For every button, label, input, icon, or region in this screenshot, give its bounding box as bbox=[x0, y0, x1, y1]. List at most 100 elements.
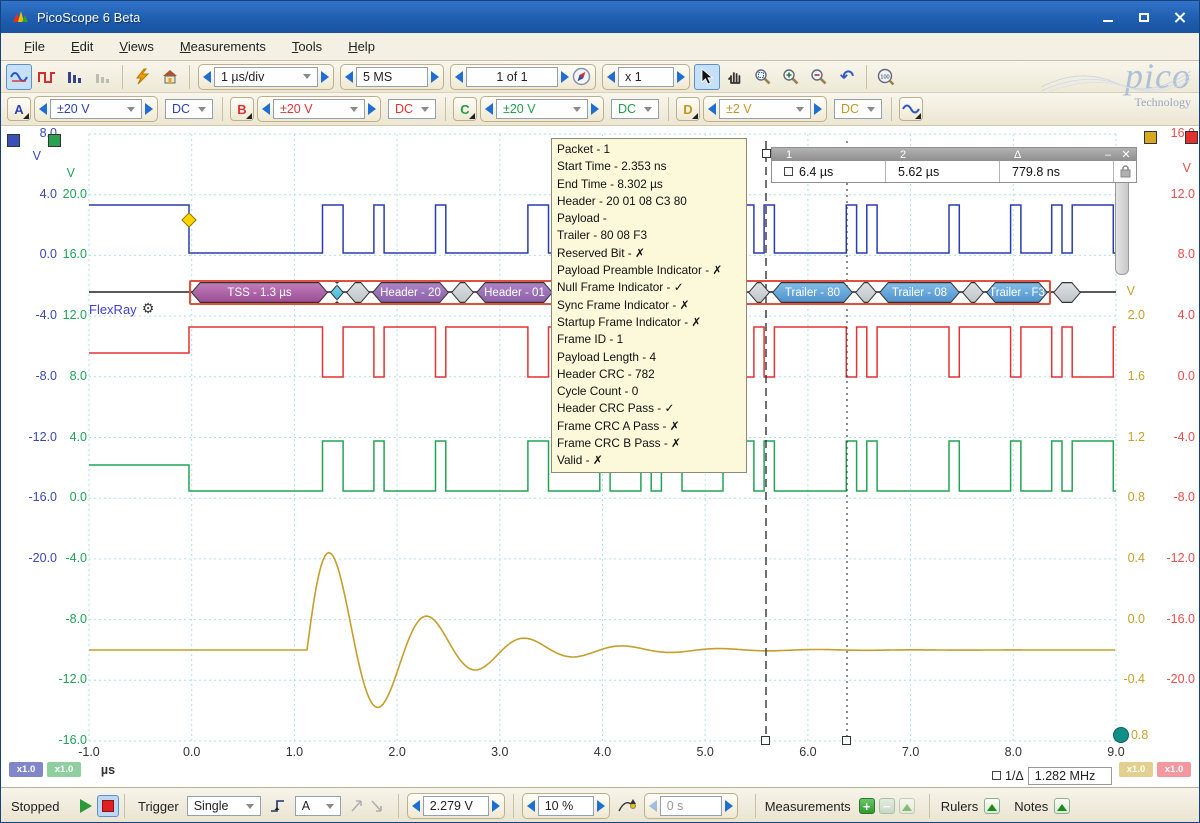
channel-c-axis-square[interactable] bbox=[48, 134, 61, 147]
samples-next-arrow[interactable] bbox=[431, 71, 439, 83]
menu-item-file[interactable]: File bbox=[11, 35, 58, 58]
channel-c-range-select[interactable]: ±20 V bbox=[496, 99, 588, 119]
timebase-select[interactable]: 1 µs/div bbox=[214, 67, 318, 87]
zoom-badge-channel-d[interactable]: x1.0 bbox=[1119, 762, 1153, 777]
falling-edge-icon[interactable] bbox=[369, 798, 385, 814]
remove-measurement-button[interactable]: − bbox=[879, 798, 895, 814]
channel-b-range-select[interactable]: ±20 V bbox=[273, 99, 365, 119]
edit-measurement-button[interactable] bbox=[899, 798, 915, 814]
zoom-out-button[interactable] bbox=[806, 64, 832, 90]
flexray-decoder-label[interactable]: FlexRay bbox=[89, 302, 137, 317]
zoom-window-button[interactable] bbox=[750, 64, 776, 90]
zoom-badge-channel-a[interactable]: x1.0 bbox=[9, 762, 43, 777]
range-prev-arrow[interactable] bbox=[708, 103, 716, 115]
timebase-next-arrow[interactable] bbox=[321, 71, 329, 83]
minimize-button[interactable] bbox=[1097, 8, 1119, 26]
level-down-arrow[interactable] bbox=[412, 800, 420, 812]
menu-item-tools[interactable]: Tools bbox=[279, 35, 335, 58]
trigger-lightning-button[interactable] bbox=[129, 64, 155, 90]
trigger-level-field[interactable]: 2.279 V bbox=[423, 796, 489, 816]
timebase-prev-arrow[interactable] bbox=[203, 71, 211, 83]
range-prev-arrow[interactable] bbox=[485, 103, 493, 115]
zoom-undo-button[interactable]: ↶ bbox=[834, 64, 860, 90]
holdoff-down-arrow[interactable] bbox=[649, 800, 657, 812]
samples-field[interactable]: 5 MS bbox=[356, 67, 428, 87]
buffer-next-arrow[interactable] bbox=[561, 71, 569, 83]
zoom-next-arrow[interactable] bbox=[677, 71, 685, 83]
zoom-100-button[interactable]: 100 bbox=[873, 64, 899, 90]
range-next-arrow[interactable] bbox=[368, 103, 376, 115]
home-button[interactable] bbox=[157, 64, 183, 90]
inverse-delta-checkbox[interactable] bbox=[992, 771, 1001, 780]
pretrigger-down-arrow[interactable] bbox=[527, 800, 535, 812]
holdoff-up-arrow[interactable] bbox=[725, 800, 733, 812]
channel-d-coupling-select[interactable]: DC bbox=[834, 99, 882, 119]
menu-item-edit[interactable]: Edit bbox=[58, 35, 106, 58]
ruler-legend-minimize-button[interactable]: – bbox=[1100, 149, 1116, 161]
persistence-mode-button[interactable] bbox=[34, 64, 60, 90]
menu-item-views[interactable]: Views bbox=[106, 35, 166, 58]
ruler-legend-close-button[interactable]: ✕ bbox=[1116, 148, 1136, 161]
decode-segment-header-20[interactable]: Header - 20 bbox=[372, 282, 449, 303]
pointer-tool-button[interactable] bbox=[694, 64, 720, 90]
holdoff-field[interactable]: 0 s bbox=[660, 796, 722, 816]
channel-c-coupling-select[interactable]: DC bbox=[611, 99, 659, 119]
menu-item-help[interactable]: Help bbox=[335, 35, 388, 58]
channel-d-range-select[interactable]: ±2 V bbox=[719, 99, 811, 119]
zoom-badge-channel-c[interactable]: x1.0 bbox=[47, 762, 81, 777]
level-up-arrow[interactable] bbox=[492, 800, 500, 812]
channel-a-axis-square[interactable] bbox=[7, 134, 20, 147]
scope-view-button[interactable] bbox=[6, 64, 32, 90]
zoom-factor-field[interactable]: x 1 bbox=[618, 67, 674, 87]
range-prev-arrow[interactable] bbox=[39, 103, 47, 115]
notes-button[interactable] bbox=[1054, 798, 1070, 814]
maximize-button[interactable] bbox=[1133, 8, 1155, 26]
zoom-prev-arrow[interactable] bbox=[607, 71, 615, 83]
menu-item-measurements[interactable]: Measurements bbox=[167, 35, 279, 58]
channel-b-button[interactable]: B bbox=[230, 97, 254, 121]
channel-a-button[interactable]: A bbox=[7, 97, 31, 121]
decode-segment-trailer-08[interactable]: Trailer - 08 bbox=[879, 282, 960, 303]
buffer-position-field[interactable]: 1 of 1 bbox=[466, 67, 558, 87]
spectrum-mode-button[interactable] bbox=[62, 64, 88, 90]
math-channels-button[interactable] bbox=[899, 97, 923, 121]
trigger-edge-button[interactable] bbox=[267, 795, 289, 817]
range-next-arrow[interactable] bbox=[814, 103, 822, 115]
gear-icon[interactable]: ⚙ bbox=[142, 301, 155, 317]
buffer-navigator-icon[interactable] bbox=[572, 67, 591, 86]
zoom-in-button[interactable] bbox=[778, 64, 804, 90]
channel-d-button[interactable]: D bbox=[676, 97, 700, 121]
add-measurement-button[interactable]: + bbox=[859, 798, 875, 814]
start-button[interactable] bbox=[75, 795, 97, 817]
channel-a-coupling-select[interactable]: DC bbox=[165, 99, 213, 119]
teal-marker-icon[interactable] bbox=[1113, 727, 1129, 743]
channel-a-range-select[interactable]: ±20 V bbox=[50, 99, 142, 119]
range-next-arrow[interactable] bbox=[591, 103, 599, 115]
decode-segment-tss-1-3-s[interactable]: TSS - 1.3 µs bbox=[191, 282, 328, 303]
channel-d-axis-square[interactable] bbox=[1144, 131, 1157, 144]
zoom-badge-channel-b[interactable]: x1.0 bbox=[1157, 762, 1191, 777]
decode-segment-trailer-80[interactable]: Trailer - 80 bbox=[772, 282, 853, 303]
decode-segment-header-01[interactable]: Header - 01 bbox=[476, 282, 553, 303]
channel-b-coupling-select[interactable]: DC bbox=[388, 99, 436, 119]
channel-b-axis-square[interactable] bbox=[1185, 131, 1198, 144]
channel-c-button[interactable]: C bbox=[453, 97, 477, 121]
ruler-legend-checkbox[interactable] bbox=[784, 167, 793, 176]
persistence-spectrum-button[interactable] bbox=[90, 64, 116, 90]
buffer-prev-arrow[interactable] bbox=[455, 71, 463, 83]
range-prev-arrow[interactable] bbox=[262, 103, 270, 115]
time-ruler-handle-2[interactable] bbox=[842, 736, 851, 745]
trigger-marker-icon[interactable] bbox=[182, 213, 196, 227]
range-next-arrow[interactable] bbox=[145, 103, 153, 115]
lock-icon[interactable] bbox=[1120, 165, 1131, 178]
ruler2-top-handle[interactable] bbox=[762, 149, 771, 158]
samples-prev-arrow[interactable] bbox=[345, 71, 353, 83]
time-ruler-handle-1[interactable] bbox=[761, 736, 770, 745]
hand-tool-button[interactable] bbox=[722, 64, 748, 90]
post-trigger-marker-icon[interactable] bbox=[617, 797, 637, 815]
close-button[interactable] bbox=[1169, 8, 1191, 26]
trigger-source-select[interactable]: A bbox=[295, 796, 341, 816]
stop-button[interactable] bbox=[97, 795, 119, 817]
rulers-button[interactable] bbox=[984, 798, 1000, 814]
rising-edge-icon[interactable] bbox=[349, 798, 365, 814]
